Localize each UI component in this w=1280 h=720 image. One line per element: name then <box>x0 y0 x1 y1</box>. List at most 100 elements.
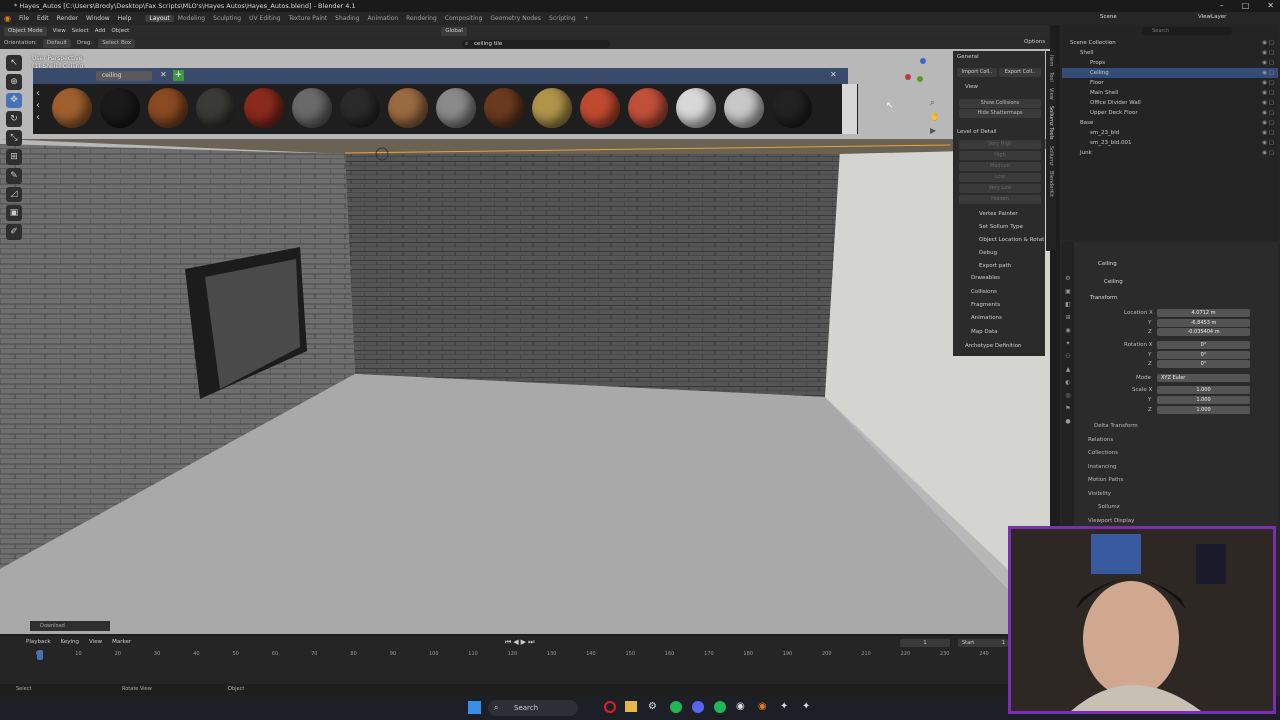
visibility-header[interactable]: Visibility <box>1088 490 1111 499</box>
game-icon[interactable]: ✦ <box>780 701 788 712</box>
tab-item[interactable]: Item <box>1046 51 1056 66</box>
visibility-icon[interactable]: ◉ ▢ <box>1262 58 1274 68</box>
material-copper-ball[interactable] <box>52 88 92 128</box>
palette-scrollbar[interactable] <box>842 84 857 134</box>
blenderkit-tool-icon[interactable]: ✐ <box>6 224 22 240</box>
viewport-display-header[interactable]: Viewport Display <box>1088 517 1134 526</box>
maximize-button[interactable]: □ <box>1242 0 1250 12</box>
material-gold-hex-ball[interactable] <box>532 88 572 128</box>
object-name-field[interactable]: Ceiling <box>1104 278 1123 287</box>
delta-transform-header[interactable]: Delta Transform <box>1094 422 1138 431</box>
outliner-item[interactable]: Office Divider Wall ◉ ▢ <box>1062 98 1278 108</box>
outliner-item[interactable]: Upper Deck Floor ◉ ▢ <box>1062 108 1278 118</box>
sollumz-header[interactable]: Sollumz <box>1098 503 1120 512</box>
location-y-field[interactable]: -6.8453 m <box>1157 319 1250 327</box>
timeline-view-menu[interactable]: View <box>89 639 102 645</box>
location-z-field[interactable]: -0.035404 m <box>1157 328 1250 336</box>
scroll-left-icon[interactable]: ‹ ‹ ‹ <box>36 88 40 124</box>
add-workspace-button[interactable]: + <box>580 15 593 22</box>
material-brown-wood-ball[interactable] <box>484 88 524 128</box>
scene-selector[interactable]: Scene <box>1100 14 1117 20</box>
blender-icon[interactable]: ◉ <box>758 701 767 712</box>
lod-hidden[interactable]: Hidden <box>959 195 1041 204</box>
menu-select[interactable]: Select <box>72 28 89 34</box>
collisions-section[interactable]: Collisions <box>971 287 1055 298</box>
show-collisions-button[interactable]: Show Collisions <box>959 99 1041 108</box>
camera-icon[interactable]: ▶ <box>930 124 940 138</box>
material-charcoal-ball[interactable] <box>340 88 380 128</box>
visibility-icon[interactable]: ◉ ▢ <box>1262 38 1274 48</box>
visibility-icon[interactable]: ◉ ▢ <box>1262 118 1274 128</box>
material-gray-tile-ball[interactable] <box>292 88 332 128</box>
property-tab-icons[interactable]: ⚙ ▣ ◧ ⊞ ◉ ✦ ⚇ ▲ ◐ ◎ ⚑ ● <box>1062 242 1074 428</box>
outliner-item[interactable]: Ceiling ◉ ▢ <box>1062 68 1278 78</box>
material-dark-metal-ball[interactable] <box>196 88 236 128</box>
transform-tool-icon[interactable]: ⊞ <box>6 148 22 165</box>
tab-uv-editing[interactable]: UV Editing <box>245 15 284 22</box>
scale-z-field[interactable]: 1.000 <box>1157 406 1250 414</box>
mode-dropdown[interactable]: Object Mode <box>4 26 47 36</box>
material-red-ball[interactable] <box>244 88 284 128</box>
annotate-tool-icon[interactable]: ✎ <box>6 167 22 184</box>
close-palette-icon[interactable]: ✕ <box>830 70 837 79</box>
current-frame-field[interactable]: 1 <box>900 639 950 647</box>
scale-y-field[interactable]: 1.000 <box>1157 396 1250 404</box>
relations-header[interactable]: Relations <box>1088 436 1113 445</box>
tab-geometry-nodes[interactable]: Geometry Nodes <box>486 15 545 22</box>
playhead[interactable] <box>37 650 43 660</box>
clear-search-icon[interactable]: ✕ <box>160 70 167 79</box>
visibility-icon[interactable]: ◉ ▢ <box>1262 68 1274 78</box>
timeline-keying-menu[interactable]: Keying <box>61 639 79 645</box>
spotify-icon[interactable] <box>670 701 682 713</box>
tab-sollumz-tools[interactable]: Sollumz Tools <box>1046 100 1056 140</box>
start-frame-field[interactable]: Start 1 <box>958 639 1008 647</box>
frame-ruler[interactable]: 0102030405060708090100110120130140150160… <box>0 650 1010 660</box>
opera-icon[interactable] <box>604 701 616 713</box>
move-tool-icon[interactable]: ✥ <box>6 92 22 109</box>
motion-paths-header[interactable]: Motion Paths <box>1088 476 1123 485</box>
visibility-icon[interactable]: ◉ ▢ <box>1262 48 1274 58</box>
outliner-item[interactable]: Junk ◉ ▢ <box>1062 148 1278 158</box>
outliner-item[interactable]: Scene Collection ◉ ▢ <box>1062 38 1278 48</box>
tab-tool[interactable]: Tool <box>1046 66 1056 82</box>
tweak-tool-icon[interactable]: ↖ <box>6 55 22 71</box>
spotify-alt-icon[interactable] <box>714 701 726 713</box>
tab-view[interactable]: View <box>1046 82 1056 100</box>
tab-shading[interactable]: Shading <box>331 15 363 22</box>
outliner-item[interactable]: Floor ◉ ▢ <box>1062 78 1278 88</box>
visibility-icon[interactable]: ◉ ▢ <box>1262 108 1274 118</box>
start-icon[interactable] <box>468 701 481 714</box>
folder-icon[interactable] <box>625 701 637 712</box>
general-header[interactable]: General <box>957 52 1041 63</box>
tab-sollumz[interactable]: Sollumz <box>1046 140 1056 166</box>
outliner-item[interactable]: sm_23_bld ◉ ▢ <box>1062 128 1278 138</box>
outliner-item[interactable]: Main Shell ◉ ▢ <box>1062 88 1278 98</box>
lod-very-high[interactable]: Very High <box>959 140 1041 149</box>
pan-icon[interactable]: ✋ <box>930 110 940 124</box>
fragments-section[interactable]: Fragments <box>971 300 1055 311</box>
outliner-item[interactable]: sm_23_bld.001 ◉ ▢ <box>1062 138 1278 148</box>
material-black-ball[interactable] <box>100 88 140 128</box>
tab-animation[interactable]: Animation <box>364 15 403 22</box>
outliner-search-input[interactable]: Search <box>1142 27 1232 35</box>
tool-icon[interactable]: ✦ <box>802 701 810 712</box>
animations-section[interactable]: Animations <box>971 313 1055 324</box>
archetype-definition-section[interactable]: Archetype Definition <box>965 341 1049 352</box>
transform-header[interactable]: Transform <box>1090 294 1117 303</box>
location-x-field[interactable]: 4.0712 m <box>1157 309 1250 317</box>
lod-very-low[interactable]: Very Low <box>959 184 1041 193</box>
rotation-z-field[interactable]: 0° <box>1157 360 1250 368</box>
material-gray-panel-ball[interactable] <box>436 88 476 128</box>
viewlayer-selector[interactable]: ViewLayer <box>1198 14 1226 20</box>
menu-object[interactable]: Object <box>111 28 129 34</box>
blender-logo-icon[interactable]: ◉ <box>0 14 15 23</box>
measure-tool-icon[interactable]: ◿ <box>6 186 22 203</box>
obs-icon[interactable]: ◉ <box>736 701 745 712</box>
timeline-playback-menu[interactable]: Playback <box>26 639 51 645</box>
rotation-x-field[interactable]: 0° <box>1157 341 1250 349</box>
outliner-item[interactable]: Base ◉ ▢ <box>1062 118 1278 128</box>
lod-high[interactable]: High <box>959 151 1041 160</box>
menu-render[interactable]: Render <box>53 15 82 22</box>
transform-orientation-dropdown[interactable]: Global <box>441 26 467 36</box>
scale-x-field[interactable]: 1.000 <box>1157 386 1250 394</box>
